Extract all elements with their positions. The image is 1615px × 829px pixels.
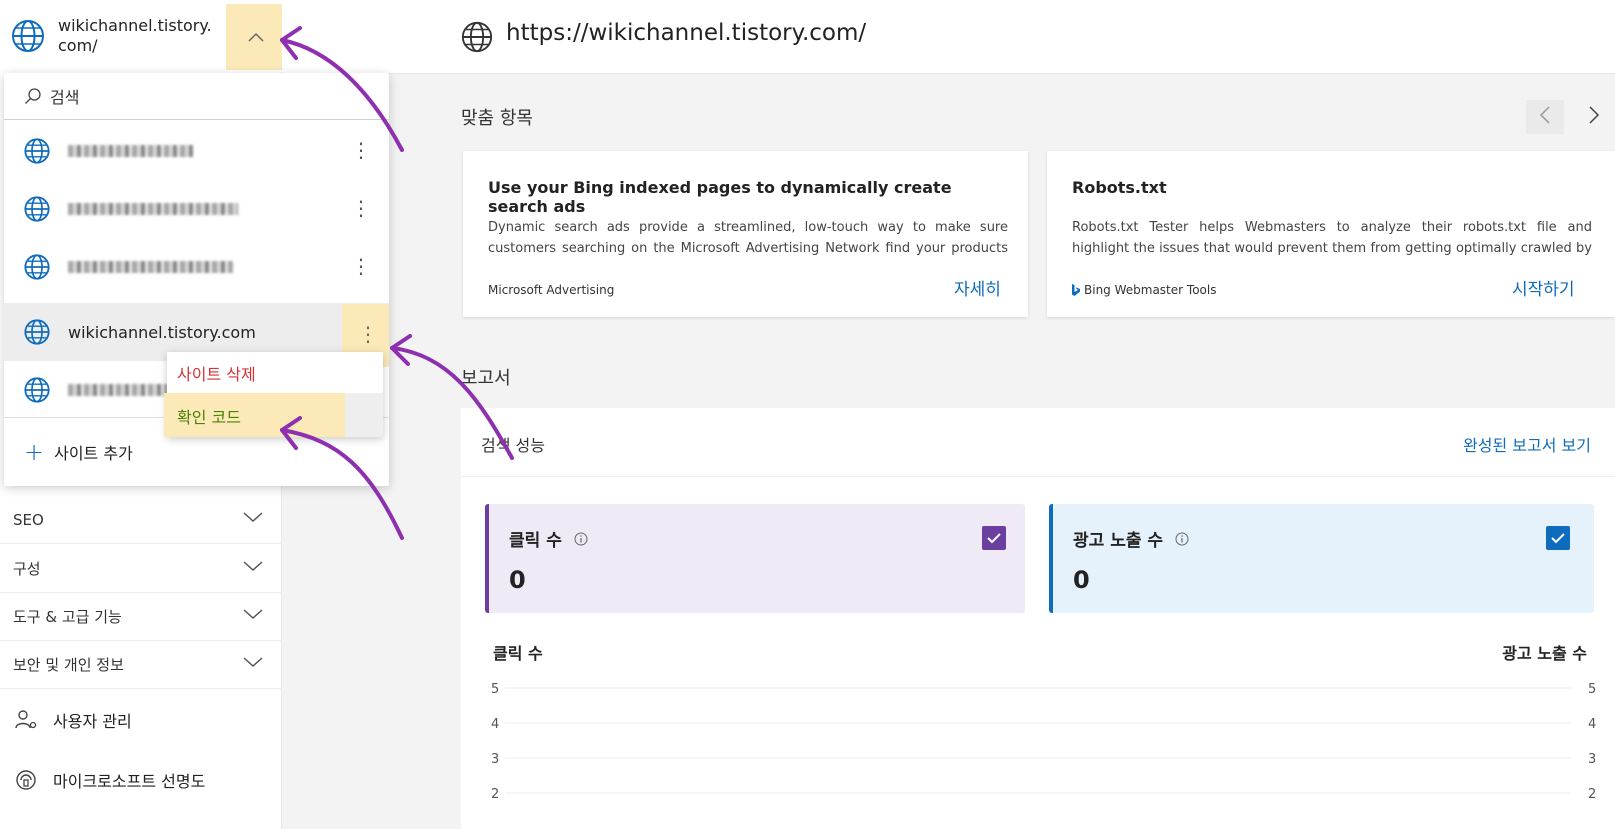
recommendation-card: Use your Bing indexed pages to dynamical… — [463, 151, 1028, 317]
full-report-link[interactable]: 완성된 보고서 보기 — [1463, 432, 1591, 456]
chevron-right-icon — [1588, 105, 1600, 129]
nav-item-security[interactable]: 보안 및 개인 정보 — [0, 641, 282, 689]
nav-item-users[interactable]: 사용자 관리 — [0, 692, 282, 748]
blurred-site-name — [68, 145, 193, 157]
chart-left-axis-label: 클릭 수 — [493, 644, 543, 663]
performance-chart: 5 5 4 4 3 3 2 2 — [491, 682, 1596, 802]
recommendation-card: Robots.txt Robots.txt Tester helps Webma… — [1047, 151, 1615, 317]
nav-item-label: 보안 및 개인 정보 — [13, 656, 124, 674]
card-title: Use your Bing indexed pages to dynamical… — [488, 178, 952, 216]
search-icon — [24, 87, 42, 105]
card-title: Robots.txt — [1072, 178, 1167, 197]
y-tick-left: 2 — [491, 787, 499, 802]
globe-icon — [10, 18, 46, 58]
more-options-icon[interactable]: ⋮ — [351, 252, 371, 280]
y-tick-left: 3 — [491, 752, 499, 767]
nav-item-seo[interactable]: SEO — [0, 496, 282, 544]
metric-label: 광고 노출 수 — [1073, 531, 1164, 551]
more-options-icon[interactable]: ⋮ — [351, 136, 371, 164]
divider — [461, 476, 1615, 477]
blurred-site-name — [68, 203, 238, 215]
checkbox-checked-icon[interactable] — [982, 526, 1006, 550]
site-url: https://wikichannel.tistory.com/ — [506, 20, 867, 46]
metric-label: 클릭 수 — [509, 531, 562, 551]
info-icon[interactable] — [574, 532, 588, 546]
add-site-label: 사이트 추가 — [54, 444, 133, 463]
card-source-label: Bing Webmaster Tools — [1084, 283, 1217, 297]
card-source: Microsoft Advertising — [488, 283, 614, 297]
user-settings-icon — [13, 707, 39, 733]
y-tick-right: 5 — [1588, 682, 1596, 697]
nav-item-label: 사용자 관리 — [53, 712, 132, 731]
chevron-left-icon — [1539, 105, 1551, 129]
verification-code-menu-item[interactable]: 확인 코드 — [164, 393, 345, 437]
nav-item-label: 도구 & 고급 기능 — [13, 608, 122, 626]
globe-icon — [22, 252, 52, 282]
y-tick-right: 4 — [1588, 717, 1596, 732]
globe-icon — [22, 136, 52, 166]
chevron-up-icon — [247, 28, 265, 47]
info-icon[interactable] — [1175, 532, 1189, 546]
chevron-down-icon — [242, 655, 264, 673]
nav-item-label: 마이크로소프트 선명도 — [53, 772, 206, 791]
chart-right-axis-label: 광고 노출 수 — [1502, 644, 1587, 663]
nav-item-label: 구성 — [13, 560, 41, 578]
delete-site-menu-item[interactable]: 사이트 삭제 — [177, 361, 256, 385]
nav-item-config[interactable]: 구성 — [0, 545, 282, 593]
clarity-icon — [13, 767, 39, 793]
performance-title: 검색 성능 — [481, 436, 545, 455]
chevron-down-icon — [242, 607, 264, 625]
y-tick-right: 3 — [1588, 752, 1596, 767]
nav-item-label: SEO — [13, 510, 44, 529]
globe-icon — [22, 317, 52, 347]
blurred-site-name — [68, 261, 233, 273]
annotation-arrow-head — [390, 334, 412, 366]
globe-icon — [22, 194, 52, 224]
y-tick-left: 4 — [491, 717, 499, 732]
card-action-link[interactable]: 자세히 — [954, 275, 1001, 300]
site-list-item[interactable]: ⋮ — [4, 122, 389, 180]
site-search-input[interactable]: 검색 — [4, 73, 389, 120]
y-tick-right: 2 — [1588, 787, 1596, 802]
metric-card-clicks[interactable]: 클릭 수 0 — [485, 504, 1025, 613]
metric-title: 광고 노출 수 — [1073, 526, 1189, 551]
search-placeholder: 검색 — [50, 88, 80, 107]
plus-icon: + — [24, 438, 45, 466]
card-source-label: Microsoft Advertising — [488, 283, 615, 297]
current-site-name: wikichannel.tistory.com/ — [58, 16, 212, 55]
checkbox-checked-icon[interactable] — [1546, 526, 1570, 550]
nav-item-microsoft[interactable]: 마이크로소프트 선명도 — [0, 752, 282, 808]
nav-item-tools[interactable]: 도구 & 고급 기능 — [0, 593, 282, 641]
collapse-button[interactable] — [226, 4, 286, 70]
menu-item-hover-area — [345, 393, 383, 437]
section-title-report: 보고서 — [461, 368, 511, 389]
site-name: wikichannel.tistory.com — [68, 322, 256, 342]
top-bar: https://wikichannel.tistory.com/ — [282, 0, 1615, 74]
site-list-item[interactable]: ⋮ — [4, 180, 389, 238]
card-source: Bing Webmaster Tools — [1072, 283, 1216, 297]
carousel-next-button[interactable] — [1577, 100, 1611, 134]
globe-icon — [460, 20, 494, 58]
blurred-site-name — [68, 384, 168, 396]
report-panel: 검색 성능 완성된 보고서 보기 클릭 수 0 광고 노출 수 0 클릭 수 광… — [461, 408, 1615, 829]
y-tick-left: 5 — [491, 682, 499, 697]
card-description: Robots.txt Tester helps Webmasters to an… — [1072, 220, 1592, 256]
bing-logo-icon — [1072, 284, 1080, 296]
more-options-icon[interactable]: ⋮ — [351, 194, 371, 222]
chevron-down-icon — [242, 510, 264, 528]
card-description: Dynamic search ads provide a streamlined… — [488, 220, 1008, 256]
site-list-item[interactable]: ⋮ — [4, 238, 389, 296]
metric-value: 0 — [509, 566, 526, 594]
site-context-menu: 사이트 삭제 확인 코드 — [164, 352, 383, 437]
more-options-icon: ⋮ — [358, 322, 378, 346]
globe-icon — [22, 375, 52, 405]
carousel-prev-button[interactable] — [1526, 100, 1564, 134]
card-action-link[interactable]: 시작하기 — [1512, 275, 1575, 300]
metric-title: 클릭 수 — [509, 526, 588, 551]
chevron-down-icon — [242, 559, 264, 577]
metric-card-impressions[interactable]: 광고 노출 수 0 — [1049, 504, 1594, 613]
section-title-recommended: 맞춤 항목 — [461, 108, 533, 129]
metric-value: 0 — [1073, 566, 1090, 594]
